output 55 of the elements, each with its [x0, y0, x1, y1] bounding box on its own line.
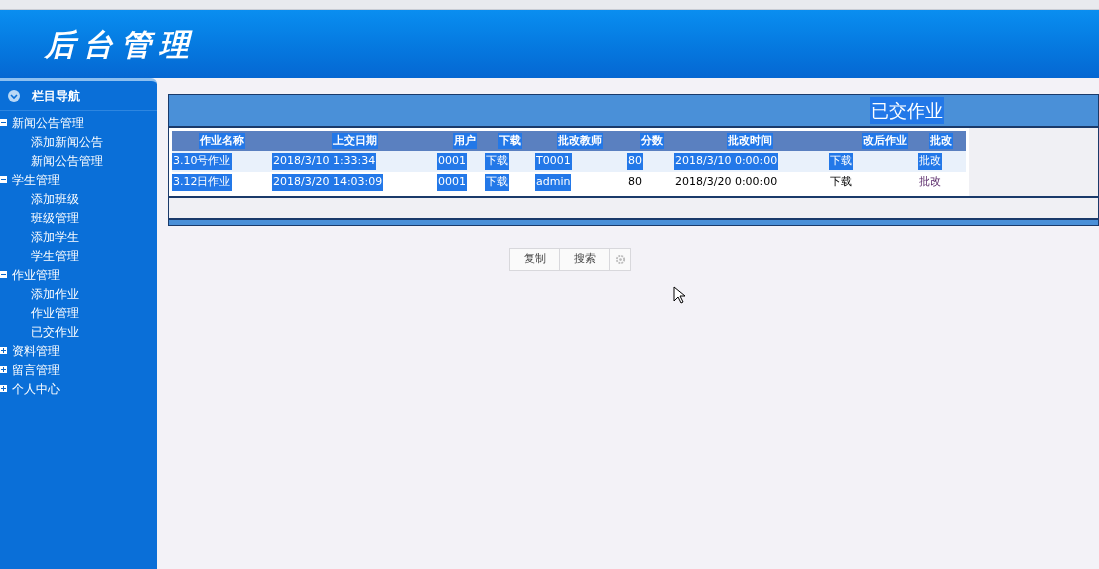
table-cell: 3.12日作业: [172, 174, 232, 191]
expand-icon[interactable]: [0, 366, 7, 373]
sidebar-link[interactable]: 作业管理: [31, 306, 79, 319]
sidebar-link[interactable]: 班级管理: [31, 211, 79, 224]
column-header[interactable]: 作业名称: [199, 132, 245, 150]
column-header[interactable]: 批改教师: [557, 132, 603, 150]
download-link[interactable]: 下载: [485, 174, 509, 191]
sidebar-group[interactable]: 资料管理: [12, 344, 60, 357]
sidebar-link[interactable]: 添加班级: [31, 192, 79, 205]
sidebar-group[interactable]: 作业管理: [12, 268, 60, 281]
grade-link[interactable]: 批改: [918, 153, 942, 170]
column-header[interactable]: 上交日期: [331, 132, 378, 150]
column-header[interactable]: 批改: [929, 132, 953, 150]
table-cell: 3.10号作业: [172, 153, 232, 170]
sidebar-link[interactable]: 已交作业: [31, 325, 79, 338]
sidebar-group[interactable]: 新闻公告管理: [12, 116, 84, 129]
table-cell: admin: [535, 174, 572, 191]
sidebar-link[interactable]: 新闻公告管理: [31, 154, 103, 167]
expand-icon[interactable]: [0, 385, 7, 392]
table-cell: 80: [627, 153, 643, 170]
panel-title: 已交作业: [870, 97, 944, 124]
column-header[interactable]: 用户: [453, 132, 477, 150]
column-header[interactable]: 改后作业: [862, 132, 908, 150]
header-title: 后台管理: [45, 25, 197, 64]
table-cell: 0001: [437, 174, 467, 191]
sidebar-title: 栏目导航: [32, 87, 80, 105]
sidebar-group[interactable]: 个人中心: [12, 382, 60, 395]
mouse-cursor-icon: [673, 286, 685, 304]
toolbar-button[interactable]: 搜索: [560, 249, 610, 270]
sidebar-link[interactable]: 添加学生: [31, 230, 79, 243]
sidebar-group[interactable]: 学生管理: [12, 173, 60, 186]
sidebar-link[interactable]: 学生管理: [31, 249, 79, 262]
table-cell: T0001: [535, 153, 572, 170]
download-link[interactable]: 下载: [829, 153, 853, 170]
download-link[interactable]: 下载: [485, 153, 509, 170]
sidebar-link[interactable]: 添加新闻公告: [31, 135, 103, 148]
table-cell: 80: [627, 174, 643, 191]
table-cell: 2018/3/10 0:00:00: [674, 153, 779, 170]
grade-link[interactable]: 批改: [918, 174, 942, 191]
table-cell: 0001: [437, 153, 467, 170]
column-header[interactable]: 批改时间: [726, 132, 773, 150]
table-cell: 2018/3/10 1:33:34: [272, 153, 377, 170]
toolbar-button[interactable]: 复制: [510, 249, 560, 270]
collapse-icon[interactable]: [0, 176, 7, 183]
column-header[interactable]: 分数: [640, 132, 664, 150]
sidebar-group[interactable]: 留言管理: [12, 363, 60, 376]
expand-icon[interactable]: [0, 347, 7, 354]
sidebar-link[interactable]: 添加作业: [31, 287, 79, 300]
table-cell: 2018/3/20 0:00:00: [674, 174, 779, 191]
settings-icon: [614, 254, 626, 265]
table-cell: 2018/3/20 14:03:09: [272, 174, 384, 191]
collapse-icon[interactable]: [0, 119, 7, 126]
collapse-icon[interactable]: [0, 271, 7, 278]
download-link[interactable]: 下载: [829, 174, 853, 191]
column-header[interactable]: 下载: [498, 132, 522, 150]
